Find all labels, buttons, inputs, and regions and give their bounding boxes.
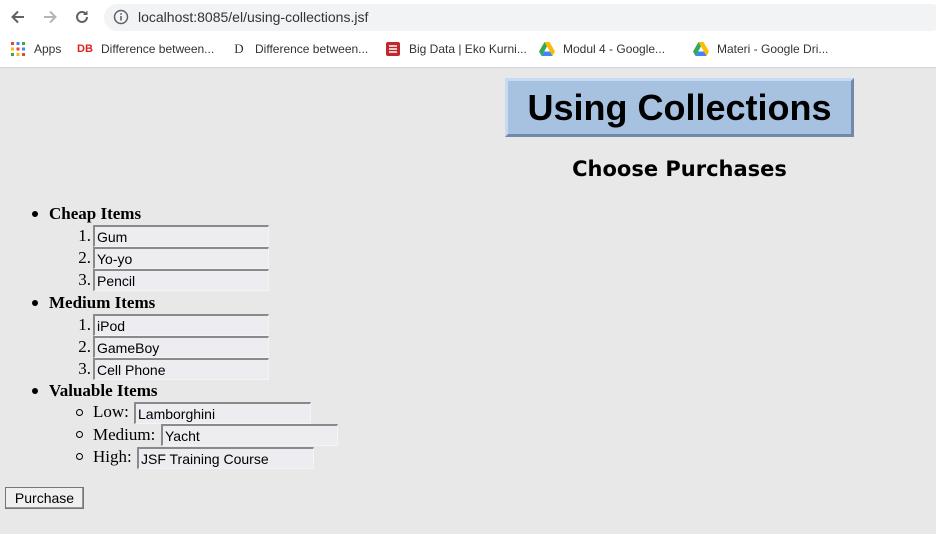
cheap-item-field-3[interactable]: Pencil bbox=[93, 269, 269, 291]
browser-toolbar: localhost:8085/el/using-collections.jsf bbox=[0, 0, 936, 34]
bookmark-materi[interactable]: Materi - Google Dri... bbox=[693, 40, 828, 58]
bookmark-label: Materi - Google Dri... bbox=[717, 42, 829, 56]
bookmarks-bar: Apps DB Difference between... D Differen… bbox=[0, 37, 936, 61]
bookmark-label: Difference between... bbox=[255, 42, 369, 56]
valuable-low-field[interactable]: Lamborghini bbox=[134, 402, 311, 424]
list-number: 3. bbox=[78, 359, 91, 378]
list-number: 2. bbox=[78, 337, 91, 356]
bookmark-difference-d[interactable]: D Difference between... bbox=[231, 40, 368, 58]
page-title-box: Using Collections bbox=[505, 78, 854, 137]
bookmark-bigdata[interactable]: Big Data | Eko Kurni... bbox=[385, 40, 527, 58]
list-number: 2. bbox=[78, 248, 91, 267]
arrow-left-icon bbox=[11, 10, 24, 24]
db-favicon: DB bbox=[77, 43, 93, 55]
list-number: 1. bbox=[78, 315, 91, 334]
bookmark-label: Apps bbox=[34, 42, 62, 56]
google-drive-icon bbox=[693, 41, 709, 57]
bookmark-modul4[interactable]: Modul 4 - Google... bbox=[539, 40, 665, 58]
reload-icon bbox=[76, 10, 88, 23]
google-drive-icon bbox=[539, 41, 555, 57]
bookmark-difference-db[interactable]: DB Difference between... bbox=[77, 40, 214, 58]
category-label: Cheap Items bbox=[49, 204, 142, 223]
browser-chrome: localhost:8085/el/using-collections.jsf … bbox=[0, 0, 936, 68]
info-icon[interactable] bbox=[113, 9, 129, 25]
bookmark-apps[interactable]: Apps bbox=[10, 40, 61, 58]
back-button[interactable] bbox=[6, 5, 30, 29]
category-label: Valuable Items bbox=[49, 381, 158, 400]
address-bar[interactable]: localhost:8085/el/using-collections.jsf bbox=[104, 4, 936, 31]
arrow-right-icon bbox=[44, 10, 57, 24]
forward-button[interactable] bbox=[38, 5, 62, 29]
medium-item-field-3[interactable]: Cell Phone bbox=[93, 358, 269, 380]
circle-bullet-icon bbox=[76, 431, 83, 438]
valuable-high-label: High: bbox=[93, 447, 132, 466]
bookmark-label: Big Data | Eko Kurni... bbox=[409, 42, 527, 56]
valuable-medium-field[interactable]: Yacht bbox=[161, 424, 338, 446]
valuable-low-label: Low: bbox=[93, 402, 129, 421]
page-subtitle: Choose Purchases bbox=[572, 157, 787, 181]
list-number: 3. bbox=[78, 270, 91, 289]
cheap-item-field-1[interactable]: Gum bbox=[93, 225, 269, 247]
url-text[interactable]: localhost:8085/el/using-collections.jsf bbox=[138, 9, 368, 25]
reload-button[interactable] bbox=[70, 5, 94, 29]
circle-bullet-icon bbox=[76, 453, 83, 460]
valuable-high-field[interactable]: JSF Training Course bbox=[137, 447, 314, 469]
bookmark-label: Modul 4 - Google... bbox=[563, 42, 666, 56]
bullet-icon bbox=[32, 300, 38, 306]
list-number: 1. bbox=[78, 226, 91, 245]
valuable-medium-label: Medium: bbox=[93, 425, 156, 444]
category-label: Medium Items bbox=[49, 293, 156, 312]
medium-item-field-1[interactable]: iPod bbox=[93, 314, 269, 336]
d-favicon: D bbox=[234, 41, 244, 56]
cheap-item-field-2[interactable]: Yo-yo bbox=[93, 247, 269, 269]
bigdata-favicon bbox=[385, 41, 401, 57]
medium-item-field-2[interactable]: GameBoy bbox=[93, 336, 269, 358]
page-title: Using Collections bbox=[527, 86, 832, 128]
bullet-icon bbox=[32, 388, 38, 394]
apps-grid-icon bbox=[10, 41, 26, 57]
purchase-button[interactable]: Purchase bbox=[5, 487, 84, 509]
circle-bullet-icon bbox=[76, 409, 83, 416]
bullet-icon bbox=[32, 211, 38, 217]
bookmark-label: Difference between... bbox=[101, 42, 215, 56]
